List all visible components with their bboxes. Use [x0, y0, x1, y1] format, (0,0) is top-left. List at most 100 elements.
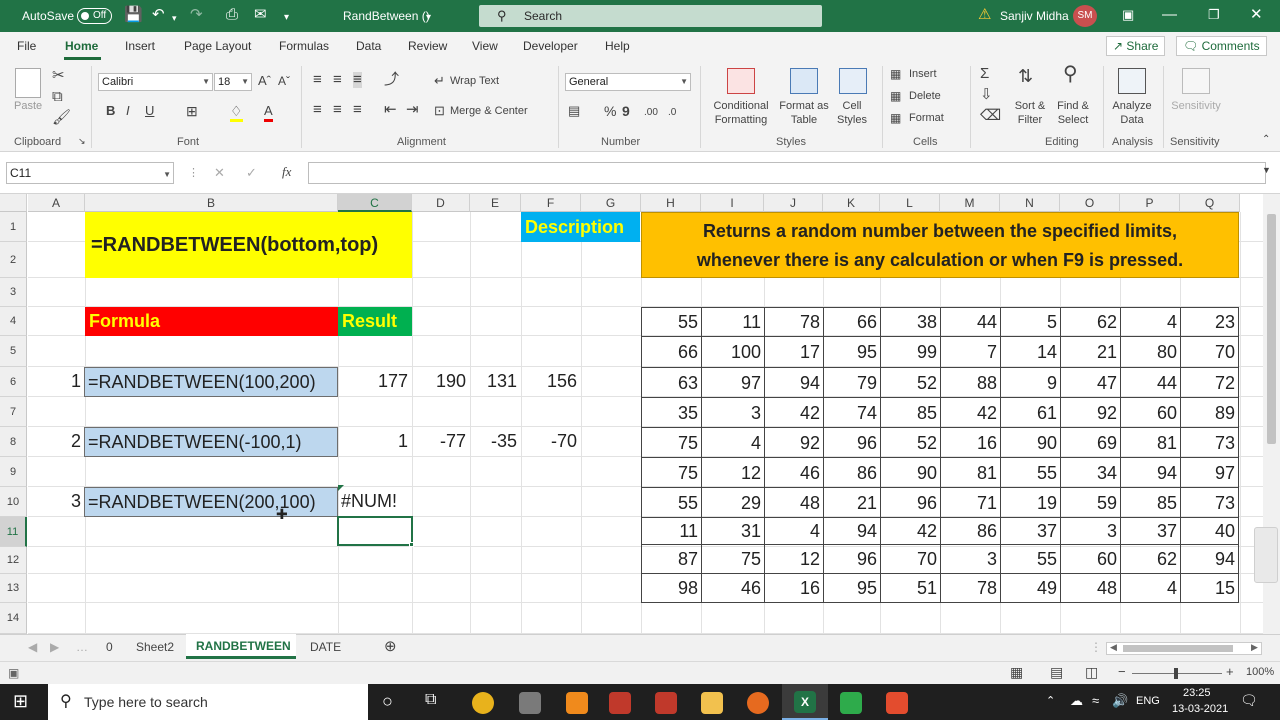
- side-panel-handle[interactable]: [1254, 527, 1278, 583]
- random-number-cell[interactable]: 95: [824, 574, 881, 603]
- underline-icon[interactable]: U: [145, 103, 154, 119]
- random-number-cell[interactable]: 80: [1121, 337, 1181, 368]
- random-number-cell[interactable]: 90: [1001, 428, 1061, 458]
- random-number-cell[interactable]: 81: [1121, 428, 1181, 458]
- random-number-cell[interactable]: 17: [765, 337, 824, 368]
- delete-cells-button[interactable]: Delete: [909, 90, 941, 102]
- random-number-cell[interactable]: 3: [702, 398, 765, 428]
- random-number-cell[interactable]: 55: [1001, 545, 1061, 574]
- random-number-cell[interactable]: 89: [1181, 398, 1239, 428]
- align-middle-icon[interactable]: ≡: [333, 72, 342, 88]
- minimize-icon[interactable]: —: [1162, 7, 1177, 23]
- analyze-data-button[interactable]: Analyze Data: [1106, 99, 1158, 127]
- random-number-cell[interactable]: 88: [941, 368, 1001, 398]
- random-number-cell[interactable]: 55: [642, 308, 702, 337]
- random-number-cell[interactable]: 21: [824, 488, 881, 518]
- align-top-icon[interactable]: ≡: [313, 72, 322, 88]
- random-number-cell[interactable]: 4: [1121, 574, 1181, 603]
- active-sheet-tab[interactable]: RANDBETWEEN: [186, 634, 296, 659]
- notifications-icon[interactable]: 🗨: [1240, 692, 1258, 709]
- normal-view-icon[interactable]: ▦: [1010, 664, 1023, 681]
- decrease-indent-icon[interactable]: ⇤: [384, 102, 397, 118]
- number-format-select[interactable]: General ▼: [565, 73, 691, 91]
- random-number-cell[interactable]: 49: [1001, 574, 1061, 603]
- name-box[interactable]: C11 ▼: [6, 162, 174, 184]
- random-number-cell[interactable]: 9: [1001, 368, 1061, 398]
- result-cell[interactable]: 190: [412, 367, 470, 397]
- result-cell[interactable]: 1: [338, 427, 412, 457]
- format-as-table-icon[interactable]: [790, 68, 818, 94]
- random-number-cell[interactable]: 79: [824, 368, 881, 398]
- random-number-cell[interactable]: 66: [824, 308, 881, 337]
- row-header[interactable]: 5: [0, 336, 27, 367]
- tray-chevron-icon[interactable]: ⌃: [1046, 694, 1055, 707]
- column-header[interactable]: H: [641, 194, 701, 212]
- random-number-cell[interactable]: 96: [881, 488, 941, 518]
- scrollbar-thumb[interactable]: [1267, 214, 1276, 444]
- prev-sheet-icon[interactable]: ◀: [28, 640, 37, 654]
- random-number-cell[interactable]: 100: [702, 337, 765, 368]
- random-number-cell[interactable]: 86: [824, 458, 881, 488]
- random-number-cell[interactable]: 47: [1061, 368, 1121, 398]
- row-header[interactable]: 9: [0, 457, 27, 487]
- undo-icon[interactable]: ↶: [152, 7, 165, 23]
- example-formula[interactable]: =RANDBETWEEN(100,200): [84, 367, 338, 397]
- error-result-cell[interactable]: #NUM!: [339, 487, 412, 517]
- select-all-corner[interactable]: [0, 194, 27, 212]
- language-indicator[interactable]: ENG: [1136, 695, 1160, 707]
- volume-icon[interactable]: 🔊: [1112, 693, 1128, 709]
- random-number-cell[interactable]: 60: [1121, 398, 1181, 428]
- random-number-cell[interactable]: 51: [881, 574, 941, 603]
- more-sheets-icon[interactable]: …: [76, 640, 88, 654]
- clock-date[interactable]: 13-03-2021: [1172, 703, 1228, 715]
- random-number-cell[interactable]: 46: [765, 458, 824, 488]
- restore-icon[interactable]: ❐: [1208, 7, 1220, 23]
- worksheet-grid[interactable]: ABCDEFGHIJKLMNOPQ 1 2 3 4 5 6 7 8 9 10 11 12 13 14 =R…: [0, 194, 1280, 634]
- random-number-cell[interactable]: 66: [642, 337, 702, 368]
- random-number-cell[interactable]: 87: [642, 545, 702, 574]
- zoom-slider-thumb[interactable]: [1174, 668, 1178, 679]
- random-number-cell[interactable]: 4: [1121, 308, 1181, 337]
- random-number-cell[interactable]: 75: [702, 545, 765, 574]
- tab-home[interactable]: Home: [65, 39, 98, 53]
- random-number-cell[interactable]: 12: [765, 545, 824, 574]
- zoom-level[interactable]: 100%: [1246, 666, 1274, 678]
- customize-qat-icon[interactable]: ▾: [284, 10, 289, 26]
- accounting-icon[interactable]: ▤: [568, 103, 580, 119]
- decrease-decimal-icon[interactable]: .0: [668, 105, 676, 121]
- random-number-cell[interactable]: 61: [1001, 398, 1061, 428]
- decrease-font-icon[interactable]: Aˇ: [278, 73, 290, 89]
- tab-data[interactable]: Data: [356, 39, 381, 53]
- user-name[interactable]: Sanjiv Midha: [1000, 9, 1069, 23]
- increase-font-icon[interactable]: Aˆ: [258, 73, 271, 89]
- random-number-cell[interactable]: 73: [1181, 428, 1239, 458]
- bold-icon[interactable]: B: [106, 103, 115, 119]
- random-number-cell[interactable]: 52: [881, 428, 941, 458]
- random-number-cell[interactable]: 7: [941, 337, 1001, 368]
- random-number-cell[interactable]: 29: [702, 488, 765, 518]
- random-number-cell[interactable]: 46: [702, 574, 765, 603]
- random-number-cell[interactable]: 63: [642, 368, 702, 398]
- cancel-icon[interactable]: ✕: [214, 165, 225, 181]
- result-cell[interactable]: -70: [521, 427, 581, 457]
- random-number-cell[interactable]: 42: [881, 518, 941, 545]
- random-number-cell[interactable]: 5: [1001, 308, 1061, 337]
- random-number-cell[interactable]: 62: [1061, 308, 1121, 337]
- random-number-cell[interactable]: 38: [881, 308, 941, 337]
- random-number-cell[interactable]: 23: [1181, 308, 1239, 337]
- align-bottom-icon[interactable]: ≡: [353, 72, 362, 88]
- task-view-icon[interactable]: ⧉: [425, 691, 436, 709]
- formula-input[interactable]: [308, 162, 1266, 184]
- random-number-cell[interactable]: 37: [1121, 518, 1181, 545]
- random-number-cell[interactable]: 4: [702, 428, 765, 458]
- increase-indent-icon[interactable]: ⇥: [406, 102, 419, 118]
- row-header[interactable]: 6: [0, 367, 27, 397]
- random-number-cell[interactable]: 69: [1061, 428, 1121, 458]
- hscroll-thumb[interactable]: [1123, 645, 1233, 652]
- tab-developer[interactable]: Developer: [523, 39, 578, 53]
- align-left-icon[interactable]: ≡: [313, 102, 322, 118]
- row-header[interactable]: 8: [0, 427, 27, 457]
- column-header[interactable]: D: [412, 194, 470, 212]
- result-cell[interactable]: 156: [521, 367, 581, 397]
- comments-button[interactable]: 🗨 Comments: [1176, 36, 1267, 56]
